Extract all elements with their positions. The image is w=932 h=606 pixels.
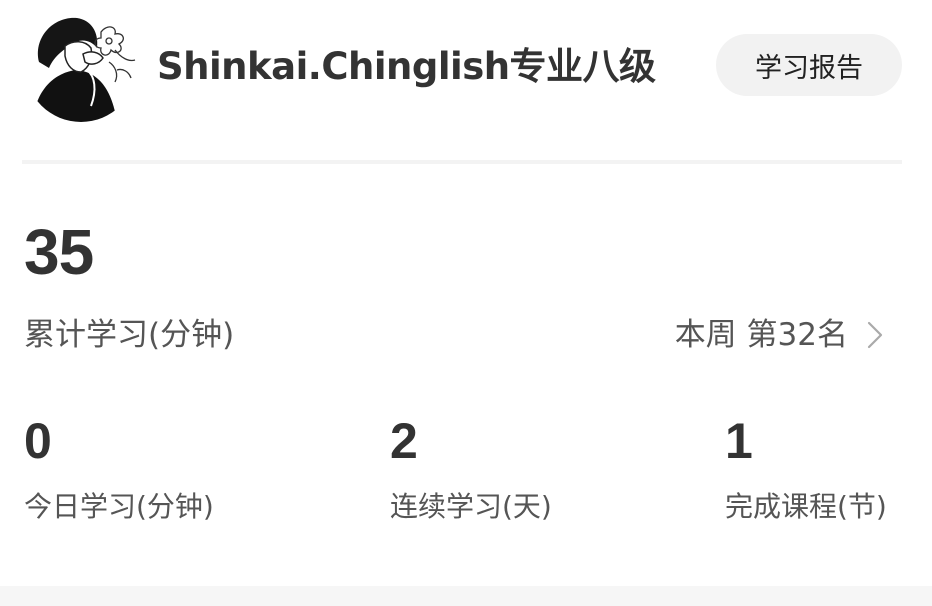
stat-label: 今日学习(分钟): [24, 490, 214, 523]
divider: [22, 160, 902, 164]
stat-streak-days: 2 连续学习(天): [390, 410, 552, 527]
total-study-minutes-label: 累计学习(分钟): [24, 317, 235, 353]
chevron-right-icon: [866, 320, 884, 350]
weekly-rank-link[interactable]: 本周 第32名: [675, 313, 884, 357]
learning-stats-page: Shinkai.Chinglish专业八级 学习报告 35 累计学习(分钟) 本…: [0, 0, 932, 606]
study-report-button[interactable]: 学习报告: [716, 34, 902, 96]
avatar-illustration: [25, 10, 137, 122]
username: Shinkai.Chinglish专业八级: [157, 45, 656, 88]
stat-today-study: 0 今日学习(分钟): [24, 410, 214, 527]
stat-value: 1: [725, 413, 753, 469]
section-separator: [0, 586, 932, 606]
study-report-button-label: 学习报告: [755, 52, 863, 84]
stat-completed-courses: 1 完成课程(节): [725, 410, 887, 527]
stat-label: 完成课程(节): [725, 490, 887, 523]
avatar[interactable]: [25, 10, 137, 122]
stat-label: 连续学习(天): [390, 490, 552, 523]
total-study-minutes-value: 35: [24, 216, 94, 288]
weekly-rank-text: 本周 第32名: [674, 317, 848, 353]
stat-value: 2: [390, 413, 418, 469]
stat-value: 0: [24, 413, 52, 469]
